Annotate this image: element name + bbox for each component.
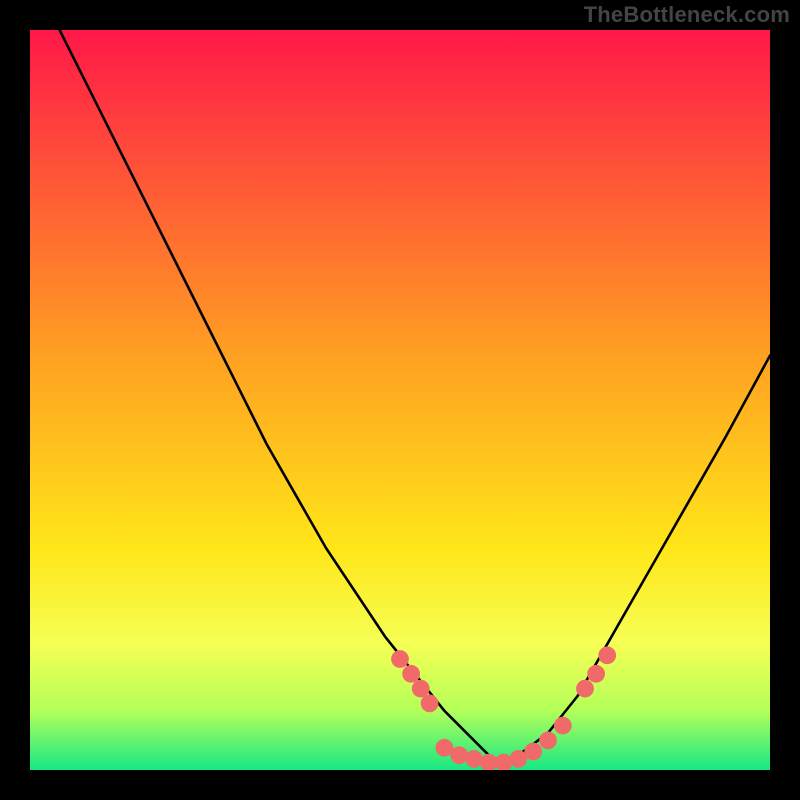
- marker-dot: [412, 680, 430, 698]
- watermark-text: TheBottleneck.com: [584, 2, 790, 28]
- marker-dot: [576, 680, 594, 698]
- marker-dot: [465, 750, 483, 768]
- marker-dot: [450, 746, 468, 764]
- chart-frame: TheBottleneck.com: [0, 0, 800, 800]
- marker-dot: [402, 665, 420, 683]
- marker-dot: [539, 732, 557, 750]
- marker-dot: [598, 646, 616, 664]
- marker-dot: [587, 665, 605, 683]
- marker-dot: [391, 650, 409, 668]
- chart-svg: [30, 30, 770, 770]
- chart-plot: [30, 30, 770, 770]
- marker-dot: [554, 717, 572, 735]
- marker-dot: [421, 695, 439, 713]
- marker-dot: [524, 743, 542, 761]
